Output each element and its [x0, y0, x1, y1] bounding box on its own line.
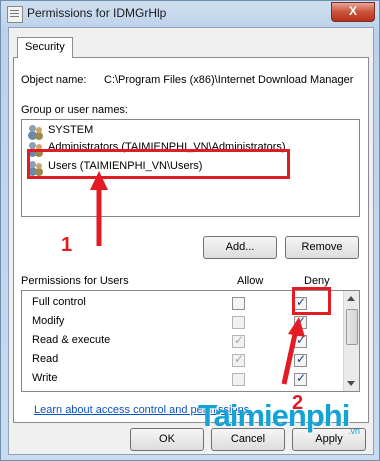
arrow-1-head — [90, 171, 108, 190]
arrow-2-shaft — [281, 333, 298, 385]
step-1-label: 1 — [61, 234, 73, 256]
arrow-2-head — [288, 317, 305, 337]
watermark-suffix: .vn — [348, 426, 361, 436]
watermark-logo: Taimienphi — [198, 398, 350, 433]
tab-security[interactable]: Security — [17, 37, 73, 58]
annotation-arrows — [90, 171, 305, 385]
